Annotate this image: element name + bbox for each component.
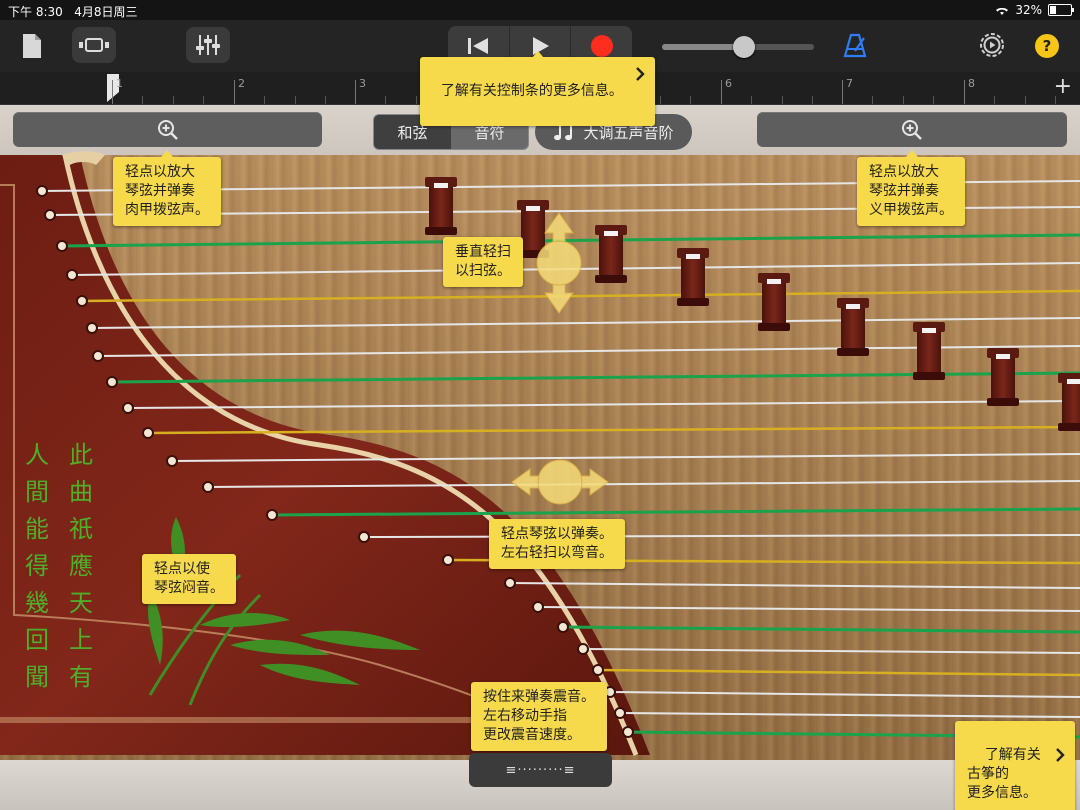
ruler-beat-tick (264, 96, 265, 104)
ruler-bar-line (112, 80, 113, 104)
help-button[interactable]: ? (1034, 33, 1060, 59)
add-section-button[interactable]: + (1054, 76, 1072, 98)
ruler-beat-tick (295, 96, 296, 104)
swipe-horizontal-icon (511, 459, 609, 505)
status-time: 下午 8:30 (8, 5, 63, 19)
view-toggle-icon[interactable] (72, 27, 116, 63)
tip-learn-more[interactable]: 了解有关 古筝的 更多信息。 (955, 721, 1075, 810)
ruler-beat-tick (903, 96, 904, 104)
poem-column-2: 人間能得幾回聞 (25, 441, 49, 691)
ruler-bar-label: 3 (359, 77, 366, 90)
ruler-beat-tick (690, 96, 691, 104)
ruler-bar-label: 2 (238, 77, 245, 90)
tip-zoom-left[interactable]: 轻点以放大 琴弦并弹奏 肉甲拨弦声。 (113, 157, 221, 226)
ruler-beat-tick (751, 96, 752, 104)
string-bridge (677, 248, 709, 306)
poem-column-1: 此曲祇應天上有 (69, 441, 93, 691)
tip-tap-string[interactable]: 轻点琴弦以弹奏。 左右轻扫以弯音。 (489, 519, 625, 569)
ruler-bar-line (355, 80, 356, 104)
volume-knob[interactable] (733, 36, 755, 58)
ruler-bar-label: 1 (116, 77, 123, 90)
document-icon[interactable] (18, 30, 46, 62)
string-bridge (758, 273, 790, 331)
mixer-icon[interactable] (186, 27, 230, 63)
ruler-beat-tick (933, 96, 934, 104)
ruler-bar-line (964, 80, 965, 104)
tip-learn-more-text: 了解有关 古筝的 更多信息。 (967, 747, 1041, 801)
ruler-bar-label: 6 (725, 77, 732, 90)
battery-percent: 32% (1015, 3, 1042, 17)
ruler-beat-tick (872, 96, 873, 104)
tip-vibrato[interactable]: 按住来弹奏震音。 左右移动手指 更改震音速度。 (471, 682, 607, 751)
metronome-icon[interactable] (838, 28, 872, 62)
ruler-beat-tick (416, 96, 417, 104)
help-icon: ? (1035, 34, 1059, 58)
wifi-icon (996, 7, 1009, 15)
settings-icon[interactable] (976, 29, 1008, 61)
ruler-beat-tick (660, 96, 661, 104)
vibrato-strip-label: ≡·········≡ (505, 762, 576, 778)
chevron-right-icon (636, 67, 645, 81)
ruler-beat-tick (1025, 96, 1026, 104)
ruler-beat-tick (203, 96, 204, 104)
ruler-bar-line (234, 80, 235, 104)
string-bridge (913, 322, 945, 380)
volume-fill (662, 44, 744, 50)
battery-icon (1048, 4, 1074, 16)
ruler-bar-line (721, 80, 722, 104)
string-bridge (987, 348, 1019, 406)
ruler-beat-tick (812, 96, 813, 104)
string-bridge (837, 298, 869, 356)
ruler-beat-tick (994, 96, 995, 104)
status-bar: 下午 8:30 4月8日周三 32% (0, 0, 1080, 20)
string-bridge (1058, 373, 1080, 431)
tip-zoom-right[interactable]: 轻点以放大 琴弦并弹奏 义甲拨弦声。 (857, 157, 965, 226)
ruler-bar-label: 7 (846, 77, 853, 90)
ruler-bar-line (842, 80, 843, 104)
ruler-beat-tick (142, 96, 143, 104)
vibrato-strip[interactable]: ≡·········≡ (469, 753, 612, 787)
status-date: 4月8日周三 (74, 5, 138, 19)
swipe-vertical-icon (536, 212, 582, 314)
ruler-beat-tick (782, 96, 783, 104)
ruler-beat-tick (385, 96, 386, 104)
tip-swipe-vertical[interactable]: 垂直轻扫 以扫弦。 (443, 237, 523, 287)
string-bridge (595, 225, 627, 283)
tip-control-bar-text: 了解有关控制条的更多信息。 (440, 83, 623, 99)
string-bridge (425, 177, 457, 235)
guzheng-instrument: 和弦 音符 大调五声音阶 此曲祇應天上有 人間能得幾回聞 轻点以放大 琴弦并弹奏… (0, 105, 1080, 810)
master-volume-slider[interactable] (662, 36, 814, 58)
ruler-beat-tick (325, 96, 326, 104)
ruler-beat-tick (173, 96, 174, 104)
chevron-right-icon (1055, 748, 1065, 762)
ruler-bar-label: 8 (968, 77, 975, 90)
tip-control-bar[interactable]: 了解有关控制条的更多信息。 (420, 57, 655, 126)
tip-mute[interactable]: 轻点以使 琴弦闷音。 (142, 554, 236, 604)
